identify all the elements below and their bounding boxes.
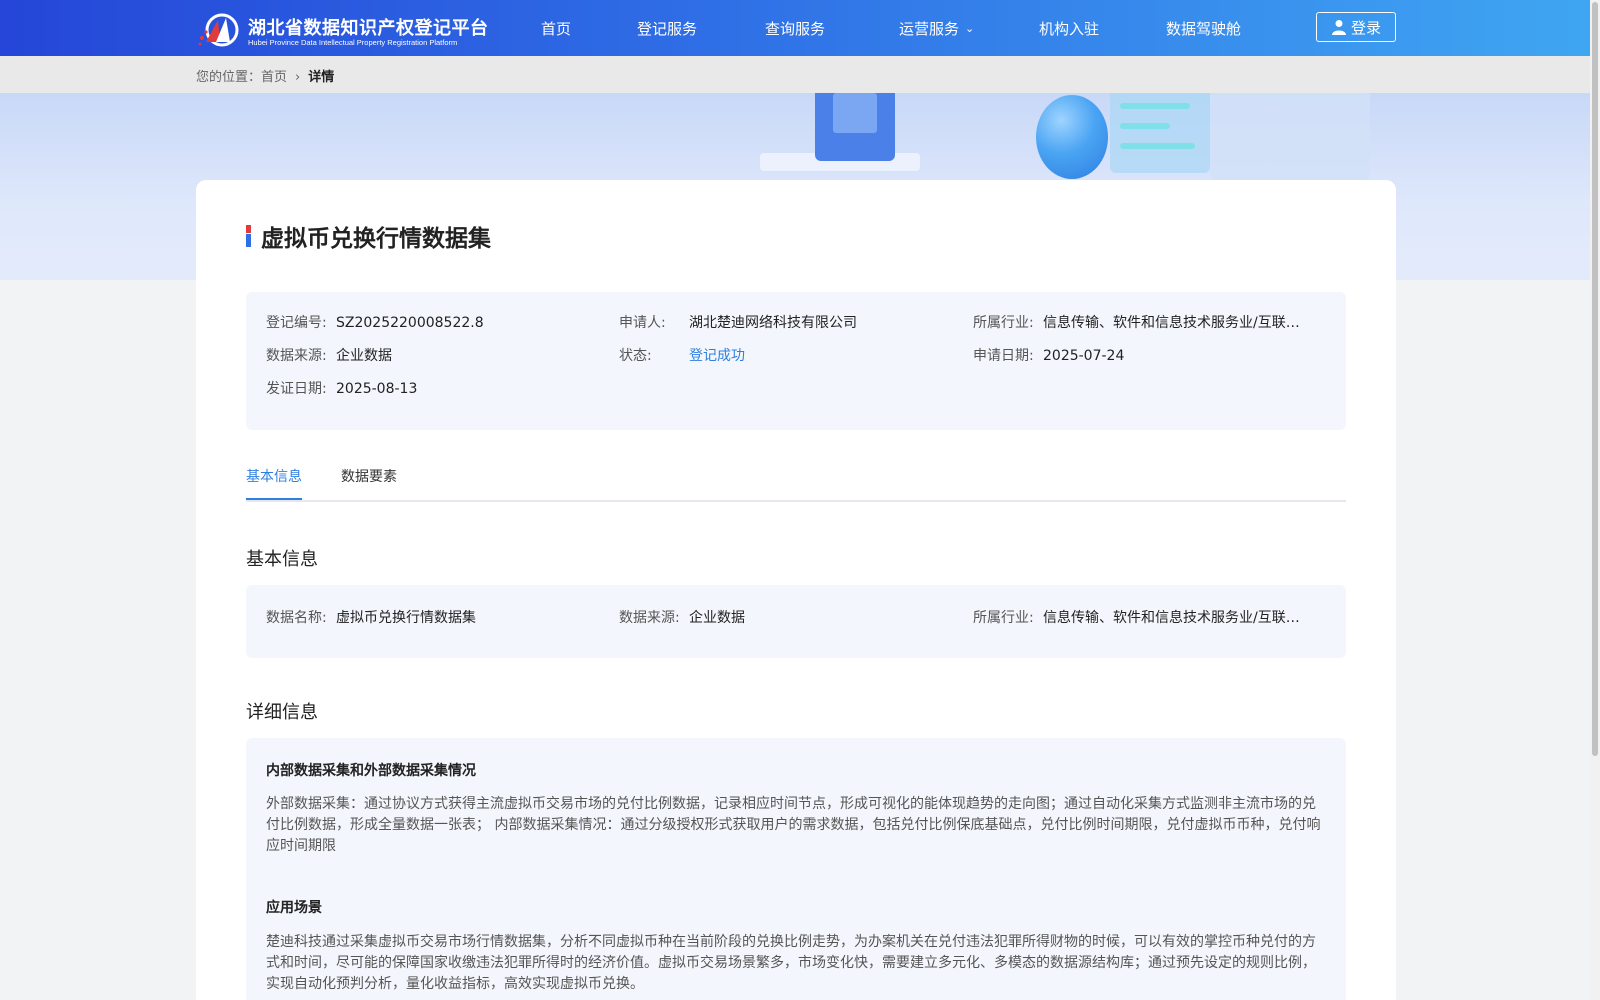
logo-title-en: Hubei Province Data Intellectual Propert… [248, 38, 458, 47]
field-industry: 所属行业: 信息传输、软件和信息技术服务业/互联网... [973, 315, 1313, 331]
image-document-icon [815, 93, 895, 161]
title-accent-icon [246, 225, 251, 247]
field-data-name: 数据名称: 虚拟币兑换行情数据集 [266, 610, 476, 626]
nav-registration-service[interactable]: 登记服务 [637, 18, 697, 39]
detail-tabs: 基本信息 数据要素 [246, 466, 1346, 502]
scenario-heading: 应用场景 [266, 900, 322, 916]
breadcrumb-home-link[interactable]: 首页 [261, 70, 287, 85]
logo-title-cn: 湖北省数据知识产权登记平台 [248, 18, 489, 39]
field-basic-industry: 所属行业: 信息传输、软件和信息技术服务业/互联网... [973, 610, 1313, 626]
top-header: 湖北省数据知识产权登记平台 Hubei Province Data Intell… [0, 0, 1590, 56]
basic-info-panel: 数据名称: 虚拟币兑换行情数据集 数据来源: 企业数据 所属行业: 信息传输、软件和信… [246, 585, 1346, 658]
banner-card-illustration [1110, 93, 1210, 173]
tab-basic-info[interactable]: 基本信息 [246, 466, 302, 500]
page-scrollbar[interactable] [1590, 0, 1600, 1000]
breadcrumb-prefix: 您的位置： [196, 70, 262, 85]
chevron-right-icon: › [295, 70, 301, 85]
field-data-source: 数据来源: 企业数据 [266, 348, 392, 364]
scenario-text: 楚迪科技通过采集虚拟币交易市场行情数据集，分析不同虚拟币种在当前阶段的兑换比例走… [266, 934, 1316, 992]
field-registration-number: 登记编号: SZ2025220008522.8 [266, 315, 484, 331]
login-label: 登录 [1350, 18, 1381, 37]
user-icon [1331, 20, 1346, 35]
platform-logo[interactable]: 湖北省数据知识产权登记平台 Hubei Province Data Intell… [196, 12, 496, 48]
chevron-down-icon: ⌄ [965, 22, 975, 35]
nav-home[interactable]: 首页 [541, 18, 571, 39]
field-basic-data-source: 数据来源: 企业数据 [619, 610, 745, 626]
breadcrumb-current: 详情 [308, 70, 335, 85]
collection-text: 外部数据采集：通过协议方式获得主流虚拟币交易市场的兑付比例数据，记录相应时间节点… [266, 796, 1321, 854]
banner-sphere-illustration [1036, 95, 1108, 179]
breadcrumb-bar: 您的位置：首页 › 详情 [0, 56, 1590, 93]
logo-emblem-icon [198, 13, 239, 47]
summary-panel: 登记编号: SZ2025220008522.8 申请人: 湖北楚迪网络科技有限公司 … [246, 292, 1346, 430]
scrollbar-thumb[interactable] [1592, 2, 1598, 756]
banner-panel-illustration [1210, 93, 1370, 183]
section-title-basic: 基本信息 [246, 549, 318, 570]
field-status: 状态: 登记成功 [619, 348, 745, 364]
status-badge: 登记成功 [689, 348, 745, 364]
field-issue-date: 发证日期: 2025-08-13 [266, 381, 418, 397]
field-applicant: 申请人: 湖北楚迪网络科技有限公司 [619, 315, 857, 331]
nav-institution-entry[interactable]: 机构入驻 [1039, 18, 1099, 39]
page-title: 虚拟币兑换行情数据集 [261, 226, 491, 252]
nav-data-cockpit[interactable]: 数据驾驶舱 [1166, 18, 1241, 39]
section-title-detail: 详细信息 [246, 702, 318, 723]
detail-info-panel: 内部数据采集和外部数据采集情况 外部数据采集：通过协议方式获得主流虚拟币交易市场… [246, 738, 1346, 1000]
collection-heading: 内部数据采集和外部数据采集情况 [266, 763, 476, 779]
tab-data-elements[interactable]: 数据要素 [341, 466, 397, 498]
nav-operation-service-label: 运营服务 [899, 20, 960, 38]
field-apply-date: 申请日期: 2025-07-24 [973, 348, 1125, 364]
breadcrumb: 您的位置：首页 › 详情 [196, 66, 334, 85]
login-button[interactable]: 登录 [1316, 12, 1396, 42]
nav-query-service[interactable]: 查询服务 [765, 18, 825, 39]
nav-operation-service[interactable]: 运营服务 ⌄ [899, 18, 974, 39]
page-title-row: 虚拟币兑换行情数据集 [246, 222, 491, 252]
detail-card: 虚拟币兑换行情数据集 登记编号: SZ2025220008522.8 申请人: 湖北… [196, 180, 1396, 1000]
